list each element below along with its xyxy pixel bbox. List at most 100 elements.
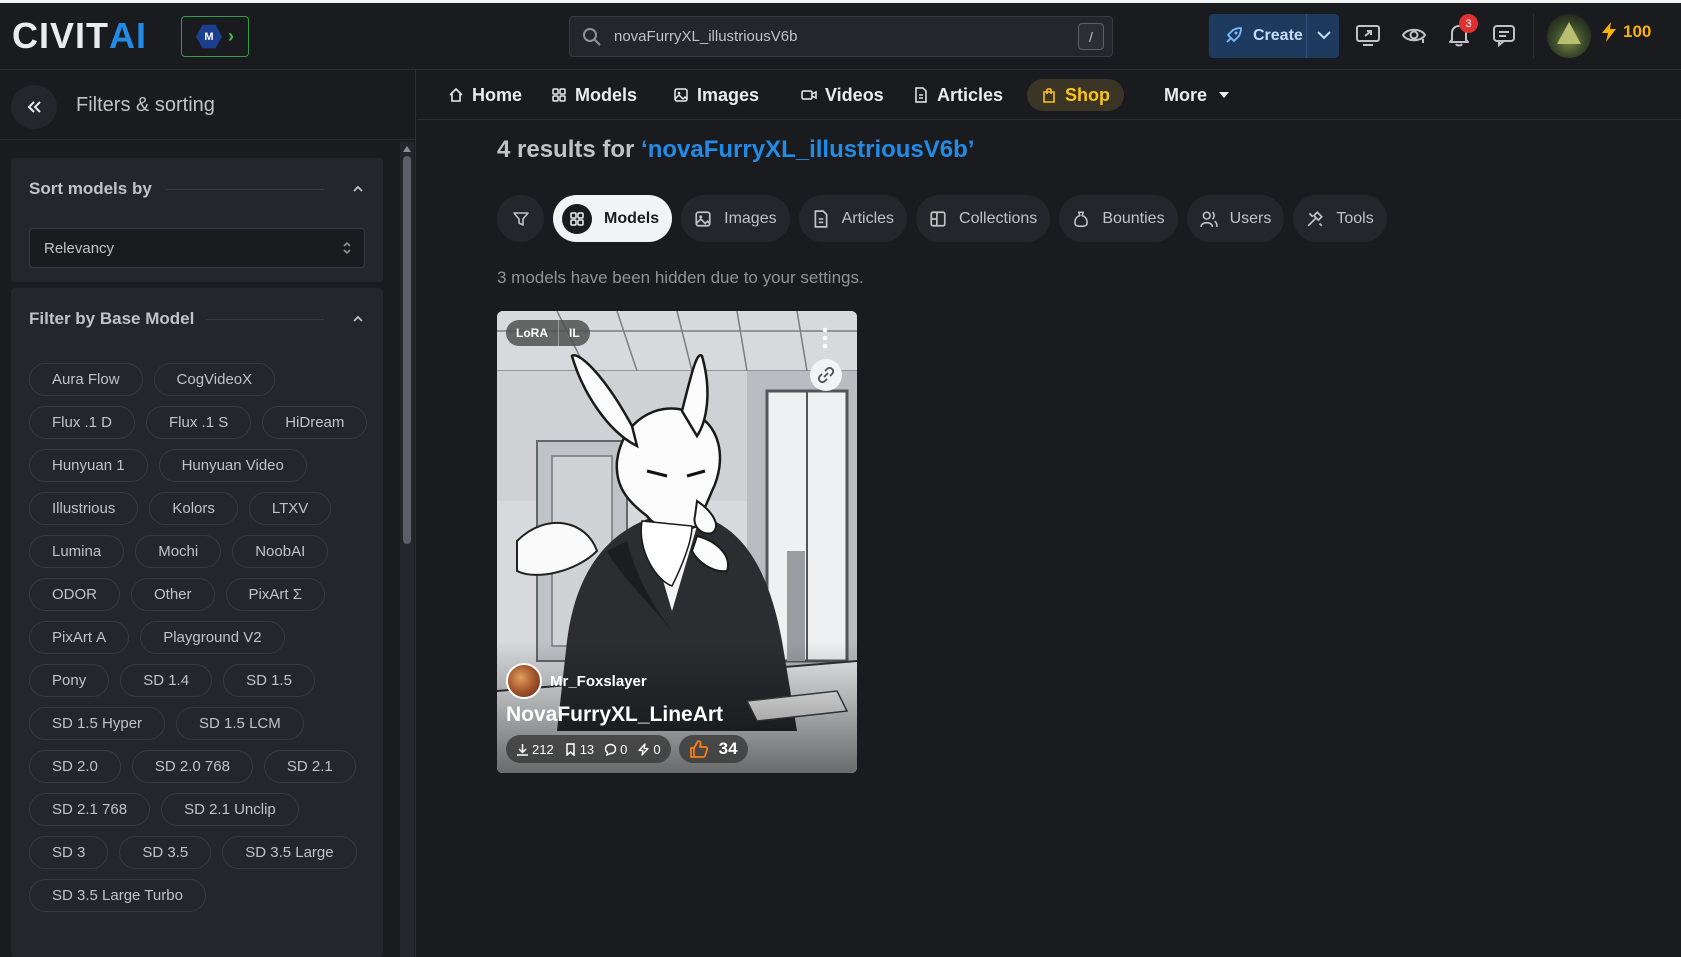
base-model-chip[interactable]: SD 2.0 768 [131, 750, 253, 783]
base-model-chip[interactable]: SD 2.1 768 [29, 793, 151, 826]
tab-bounties[interactable]: Bounties [1059, 195, 1178, 242]
base-model-chip[interactable]: Illustrious [29, 492, 139, 525]
base-model-chip[interactable]: SD 3.5 [119, 836, 212, 869]
nav-articles[interactable]: Articles [899, 79, 1017, 111]
create-label: Create [1253, 27, 1303, 44]
base-model-chip[interactable]: HiDream [262, 406, 368, 439]
base-model-chip[interactable]: Kolors [149, 492, 238, 525]
search-bar[interactable]: / [569, 16, 1113, 57]
base-model-chip[interactable]: SD 2.1 Unclip [161, 793, 299, 826]
nav-models-label: Models [575, 84, 638, 105]
base-model-chip[interactable]: SD 2.1 [263, 750, 356, 783]
filter-toggle-button[interactable] [497, 195, 544, 242]
image-icon [695, 210, 711, 227]
model-card[interactable]: LoRA IL Mr_Foxslayer NovaFurryXL_LineArt… [497, 311, 857, 773]
base-model-chip[interactable]: Mochi [135, 535, 222, 568]
sort-select[interactable]: Relevancy [29, 228, 365, 268]
nav-videos[interactable]: Videos [787, 79, 898, 111]
base-model-chip[interactable]: ODOR [29, 578, 120, 611]
results-title: 4 results for ‘novaFurryXL_illustriousV6… [497, 136, 974, 164]
base-model-chip[interactable]: SD 3.5 Large [222, 836, 357, 869]
tab-collections[interactable]: Collections [916, 195, 1051, 242]
image-icon [674, 88, 688, 102]
base-model-chip[interactable]: CogVideoX [153, 363, 276, 396]
top-header: CIVITAI M › / Create 3 100 [0, 0, 1681, 70]
create-button[interactable]: Create [1209, 14, 1339, 58]
chevron-up-icon[interactable] [351, 312, 365, 326]
base-model-chip[interactable]: LTXV [248, 492, 332, 525]
tab-images[interactable]: Images [681, 195, 790, 242]
tab-users[interactable]: Users [1186, 195, 1285, 242]
tab-tools[interactable]: Tools [1293, 195, 1387, 242]
likes-count: 34 [718, 739, 738, 758]
base-model-chip[interactable]: SD 3.5 Large Turbo [29, 879, 206, 912]
user-avatar[interactable] [1547, 14, 1591, 58]
buzz-balance[interactable]: 100 [1601, 22, 1651, 42]
scroll-up-arrow[interactable] [403, 146, 411, 152]
base-model-chip[interactable]: PixArt Α [29, 621, 130, 654]
chevron-down-icon[interactable] [1315, 26, 1333, 44]
base-model-chip[interactable]: Hunyuan Video [158, 449, 307, 482]
nav-images[interactable]: Images [659, 79, 773, 111]
base-model-chip[interactable]: Flux .1 D [29, 406, 136, 439]
chevron-up-icon[interactable] [351, 182, 365, 196]
users-icon [1199, 210, 1218, 227]
base-model-chip[interactable]: SD 2.0 [29, 750, 121, 783]
logo-text-civit: CIVIT [12, 15, 110, 56]
nav-articles-label: Articles [937, 84, 1004, 105]
base-model-chip[interactable]: Pony [29, 664, 110, 697]
link-icon [818, 367, 834, 383]
scrollbar-thumb[interactable] [403, 156, 411, 544]
base-model-panel-title: Filter by Base Model [29, 309, 195, 328]
creator-info[interactable]: Mr_Foxslayer [506, 663, 647, 699]
lightning-icon [638, 742, 650, 756]
base-model-chip[interactable]: Aura Flow [29, 363, 143, 396]
base-model-chip[interactable]: SD 3 [29, 836, 109, 869]
search-shortcut-key: / [1078, 23, 1104, 50]
creator-name: Mr_Foxslayer [550, 672, 647, 690]
filters-sidebar: Filters & sorting Sort models by Relevan… [0, 70, 416, 957]
buzz-count: 0 [653, 741, 661, 757]
base-model-chip[interactable]: Lumina [29, 535, 125, 568]
tab-articles[interactable]: Articles [798, 195, 908, 242]
top-border [0, 0, 1681, 3]
base-model-chip[interactable]: SD 1.5 [223, 664, 315, 697]
header-divider [1533, 14, 1534, 58]
base-model-chip[interactable]: Hunyuan 1 [29, 449, 148, 482]
chat-icon[interactable] [1491, 22, 1517, 48]
sort-panel-line [166, 189, 324, 190]
eye-icon[interactable] [1401, 22, 1427, 48]
base-model-chip[interactable]: SD 1.5 LCM [176, 707, 304, 740]
civitai-logo[interactable]: CIVIT AI [12, 15, 147, 56]
cast-icon[interactable] [1355, 22, 1381, 48]
sidebar-header: Filters & sorting [0, 70, 416, 140]
brand-switch-button[interactable]: M › [181, 16, 249, 57]
nav-models[interactable]: Models [537, 79, 651, 111]
base-model-chip[interactable]: SD 1.5 Hyper [29, 707, 166, 740]
base-model-chip[interactable]: Flux .1 S [146, 406, 252, 439]
nav-home[interactable]: Home [434, 79, 536, 111]
search-input[interactable] [614, 28, 1054, 45]
lightning-icon [1602, 22, 1616, 42]
collapse-sidebar-button[interactable] [11, 85, 57, 129]
notification-badge: 3 [1459, 14, 1478, 33]
sidebar-scrollbar[interactable] [400, 142, 414, 957]
base-model-chip[interactable]: SD 1.4 [120, 664, 213, 697]
hidden-models-note: 3 models have been hidden due to your se… [497, 268, 864, 287]
tab-models[interactable]: Models [553, 195, 673, 242]
comments-stat: 0 [604, 742, 627, 757]
tab-bounties-label: Bounties [1102, 209, 1165, 227]
base-model-chip[interactable]: Playground V2 [140, 621, 285, 654]
base-model-panel-line [206, 319, 324, 320]
nav-more[interactable]: More [1150, 79, 1243, 111]
nav-shop[interactable]: Shop [1027, 79, 1124, 111]
likes-button[interactable]: 34 [678, 735, 748, 763]
model-title[interactable]: NovaFurryXL_LineArt [506, 703, 723, 727]
link-button[interactable] [810, 359, 842, 391]
base-model-chip[interactable]: Other [131, 578, 215, 611]
base-model-chip[interactable]: NoobAI [232, 535, 329, 568]
comment-icon [604, 743, 617, 756]
brand-hex-icon: M [196, 24, 222, 49]
base-model-chip[interactable]: PixArt Σ [225, 578, 325, 611]
more-options-icon[interactable] [818, 325, 832, 351]
